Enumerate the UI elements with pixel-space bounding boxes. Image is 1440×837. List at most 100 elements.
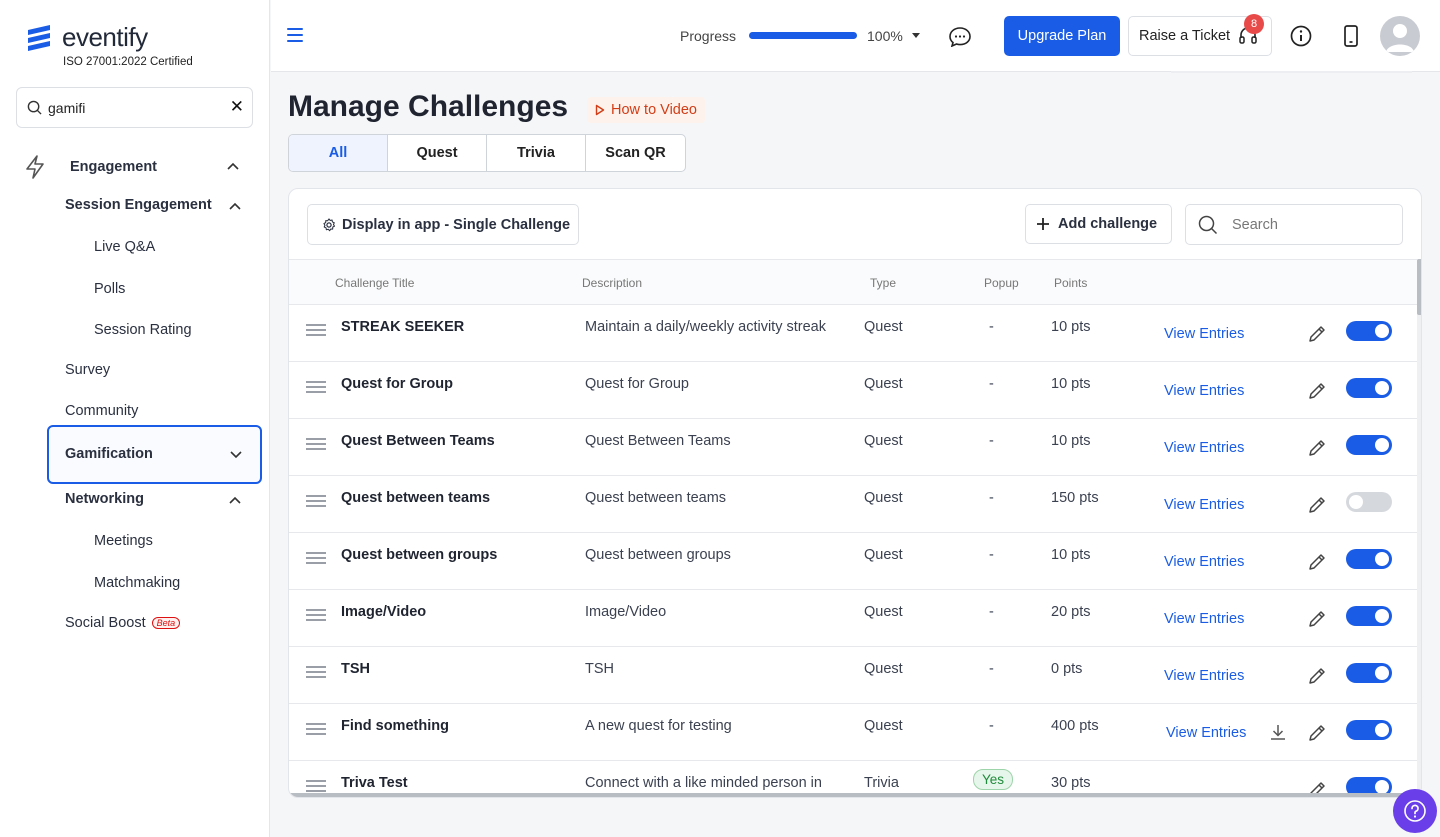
chevron-down-icon[interactable] [229, 448, 243, 462]
sidebar-item-community[interactable]: Community [65, 403, 138, 419]
sidebar-item-engagement[interactable]: Engagement [24, 155, 157, 179]
sidebar-item-networking[interactable]: Networking [65, 491, 144, 507]
challenge-title: TSH [341, 661, 370, 677]
challenge-points: 20 pts [1051, 604, 1091, 620]
challenge-description: Quest between teams [585, 490, 727, 506]
user-icon [1386, 24, 1414, 52]
drag-handle-icon[interactable] [306, 495, 326, 510]
challenge-description: TSH [585, 661, 614, 677]
progress-dropdown-icon[interactable] [912, 33, 920, 38]
challenge-popup: - [989, 718, 994, 734]
tab-scan-qr[interactable]: Scan QR [586, 135, 685, 171]
tab-trivia[interactable]: Trivia [487, 135, 586, 171]
tab-all[interactable]: All [289, 135, 388, 171]
sidebar-item-social-boost[interactable]: Social Boost Beta [65, 615, 181, 631]
edit-icon[interactable] [1307, 666, 1327, 686]
drag-handle-icon[interactable] [306, 666, 326, 681]
vertical-scrollbar[interactable] [1417, 259, 1421, 797]
chevron-up-icon[interactable] [228, 199, 242, 213]
sidebar-item-live-qa[interactable]: Live Q&A [94, 239, 155, 255]
sidebar-item-polls[interactable]: Polls [94, 281, 125, 297]
sidebar-item-session-rating[interactable]: Session Rating [94, 322, 192, 338]
challenge-title: Quest between teams [341, 490, 491, 506]
challenge-enabled-toggle[interactable] [1346, 549, 1392, 569]
sidebar-item-label: Networking [65, 491, 144, 507]
add-challenge-button[interactable]: Add challenge [1025, 204, 1172, 244]
challenge-enabled-toggle[interactable] [1346, 492, 1392, 512]
edit-icon[interactable] [1307, 324, 1327, 344]
edit-icon[interactable] [1307, 723, 1327, 743]
sidebar-item-label: Session Rating [94, 322, 192, 338]
challenge-type: Quest [864, 319, 903, 335]
table-row: Image/Video Image/Video Quest - 20 pts View E… [289, 590, 1417, 647]
challenge-title: STREAK SEEKER [341, 319, 465, 335]
sidebar-item-label: Matchmaking [94, 575, 181, 591]
menu-icon[interactable] [287, 28, 303, 42]
drag-handle-icon[interactable] [306, 609, 326, 624]
table-row: Quest for Group Quest for Group Quest - 10 p… [289, 362, 1417, 419]
challenge-points: 10 pts [1051, 547, 1091, 563]
tab-quest[interactable]: Quest [388, 135, 487, 171]
mobile-icon[interactable] [1343, 25, 1359, 47]
chevron-up-icon[interactable] [226, 159, 240, 173]
edit-icon[interactable] [1307, 438, 1327, 458]
challenge-popup: - [989, 319, 994, 335]
add-challenge-label: Add challenge [1058, 216, 1158, 232]
sidebar-item-matchmaking[interactable]: Matchmaking [94, 575, 180, 591]
sidebar: eventify ISO 27001:2022 Certified ✕ Enga… [0, 0, 270, 837]
sidebar-item-survey[interactable]: Survey [65, 362, 110, 378]
view-entries-link[interactable]: View Entries [1164, 440, 1244, 456]
divider [1171, 71, 1412, 73]
edit-icon[interactable] [1307, 495, 1327, 515]
display-in-app-label: Display in app - Single Challenge [342, 216, 571, 233]
edit-icon[interactable] [1307, 381, 1327, 401]
download-icon[interactable] [1269, 723, 1287, 741]
challenge-title: Quest for Group [341, 376, 453, 392]
how-to-video-link[interactable]: How to Video [587, 97, 705, 123]
horizontal-scrollbar[interactable] [289, 793, 1417, 797]
lightning-icon [26, 155, 44, 179]
view-entries-link[interactable]: View Entries [1164, 383, 1244, 399]
chevron-up-icon[interactable] [228, 493, 242, 507]
view-entries-link[interactable]: View Entries [1164, 554, 1244, 570]
table-row: Quest Between Teams Quest Between Teams Qu… [289, 419, 1417, 476]
info-icon[interactable] [1290, 25, 1312, 47]
upgrade-plan-button[interactable]: Upgrade Plan [1004, 16, 1120, 56]
challenge-points: 10 pts [1051, 433, 1091, 449]
chat-icon[interactable] [949, 27, 971, 47]
sidebar-item-gamification[interactable]: Gamification [47, 425, 262, 484]
drag-handle-icon[interactable] [306, 324, 326, 339]
help-button[interactable] [1393, 789, 1437, 833]
challenge-search-input[interactable] [1232, 216, 1382, 233]
view-entries-link[interactable]: View Entries [1166, 725, 1246, 741]
view-entries-link[interactable]: View Entries [1164, 611, 1244, 627]
sidebar-item-meetings[interactable]: Meetings [94, 533, 153, 549]
edit-icon[interactable] [1307, 609, 1327, 629]
brand-logo[interactable]: eventify [24, 22, 148, 53]
sidebar-search-input[interactable] [48, 99, 218, 116]
challenge-enabled-toggle[interactable] [1346, 378, 1392, 398]
drag-handle-icon[interactable] [306, 552, 326, 567]
drag-handle-icon[interactable] [306, 438, 326, 453]
avatar[interactable] [1380, 16, 1420, 56]
clear-search-icon[interactable]: ✕ [230, 97, 244, 117]
view-entries-link[interactable]: View Entries [1164, 326, 1244, 342]
challenge-type: Quest [864, 547, 903, 563]
drag-handle-icon[interactable] [306, 381, 326, 396]
challenge-enabled-toggle[interactable] [1346, 663, 1392, 683]
challenge-enabled-toggle[interactable] [1346, 321, 1392, 341]
sidebar-item-label: Social Boost [65, 615, 146, 631]
challenge-enabled-toggle[interactable] [1346, 720, 1392, 740]
drag-handle-icon[interactable] [306, 723, 326, 738]
brand-name: eventify [62, 22, 148, 52]
view-entries-link[interactable]: View Entries [1164, 497, 1244, 513]
challenge-popup: - [989, 604, 994, 620]
view-entries-link[interactable]: View Entries [1164, 668, 1244, 684]
eventify-logo-icon [28, 24, 50, 51]
sidebar-item-label: Polls [94, 281, 126, 297]
challenge-enabled-toggle[interactable] [1346, 435, 1392, 455]
display-in-app-button[interactable]: Display in app - Single Challenge [307, 204, 579, 245]
edit-icon[interactable] [1307, 552, 1327, 572]
sidebar-item-session-engagement[interactable]: Session Engagement [65, 197, 212, 213]
challenge-enabled-toggle[interactable] [1346, 606, 1392, 626]
